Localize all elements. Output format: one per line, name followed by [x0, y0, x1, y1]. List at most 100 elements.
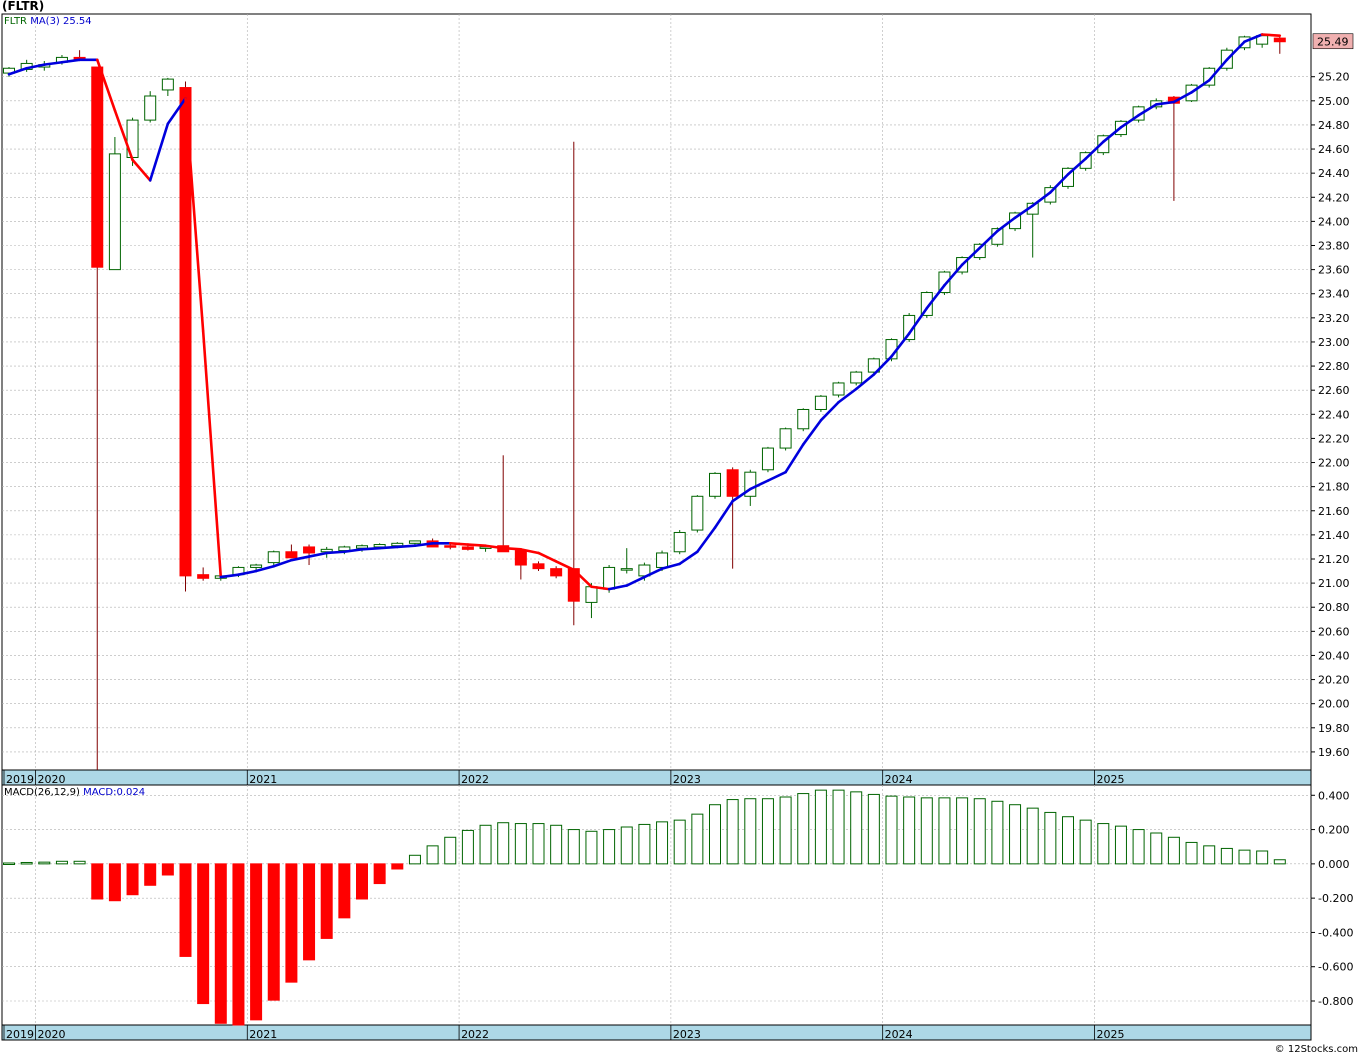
macd-bar — [356, 863, 368, 900]
macd-bar — [920, 797, 933, 865]
macd-bar — [585, 830, 598, 865]
candle-body — [356, 545, 368, 549]
macd-bar — [479, 824, 492, 865]
macd-legend-value: MACD:0.024 — [83, 787, 146, 798]
macd-bar — [673, 819, 686, 865]
chart-title: (FLTR) — [2, 0, 45, 13]
macd-bar — [426, 845, 439, 865]
candle-body — [620, 568, 633, 571]
macd-tick-label: -0.800 — [1318, 995, 1353, 1008]
ma-line-segment — [501, 546, 523, 551]
price-tick-label: 23.20 — [1318, 312, 1350, 325]
macd-bar — [603, 829, 616, 865]
macd-bar — [144, 863, 157, 886]
price-x-label: 2024 — [885, 773, 913, 786]
macd-bar — [991, 800, 1004, 865]
candle-body — [514, 550, 527, 566]
macd-bar — [1273, 859, 1286, 865]
macd-bar — [391, 863, 404, 870]
candle-body — [320, 548, 333, 553]
legend-ma-label: MA(3) — [30, 16, 60, 27]
price-tick-label: 23.40 — [1318, 288, 1350, 301]
price-tick-label: 22.40 — [1318, 408, 1350, 421]
macd-bar — [197, 863, 210, 1005]
macd-bar — [303, 863, 316, 961]
macd-bar — [797, 793, 810, 865]
price-tick-label: 24.40 — [1318, 167, 1350, 180]
macd-bar — [761, 798, 774, 865]
candle-body — [91, 66, 104, 268]
macd-bar — [1132, 829, 1145, 865]
last-price-label: 25.49 — [1317, 36, 1349, 49]
macd-bar — [1185, 841, 1198, 865]
price-tick-label: 24.80 — [1318, 119, 1350, 132]
macd-bar — [903, 796, 916, 865]
price-tick-label: 25.00 — [1318, 95, 1350, 108]
price-x-label: 2020 — [37, 773, 65, 786]
macd-bar — [779, 796, 792, 865]
ma-line-segment — [1260, 33, 1282, 38]
watermark: © 12Stocks.com — [1274, 1044, 1358, 1055]
candle-body — [814, 395, 827, 410]
price-tick-label: 20.60 — [1318, 625, 1350, 638]
macd-bar — [285, 863, 298, 983]
macd-x-label: 2022 — [461, 1028, 489, 1041]
price-tick-label: 20.00 — [1318, 698, 1350, 711]
macd-bar — [267, 863, 280, 1001]
macd-bar — [444, 836, 457, 865]
macd-bar — [126, 863, 139, 896]
price-tick-label: 24.20 — [1318, 191, 1350, 204]
chart-root: 19.60 19.80 20.00 20.20 20.40 20.60 20.80 21.00… — [0, 0, 1360, 1056]
candle-body — [850, 371, 863, 384]
price-tick-label: 23.60 — [1318, 264, 1350, 277]
macd-x-label: 2024 — [885, 1028, 913, 1041]
macd-bar — [938, 797, 951, 865]
candle-body — [285, 551, 298, 559]
macd-bar — [91, 863, 104, 900]
macd-bar — [20, 861, 33, 865]
macd-bar — [726, 799, 739, 865]
macd-bar — [1256, 850, 1269, 865]
candle-body — [832, 382, 845, 396]
price-tick-label: 24.60 — [1318, 143, 1350, 156]
price-tick-label: 21.80 — [1318, 481, 1350, 494]
price-tick-label: 22.00 — [1318, 457, 1350, 470]
macd-bar — [250, 863, 263, 1021]
macd-bar — [656, 821, 669, 865]
macd-x-label: 2019 — [6, 1028, 34, 1041]
macd-tick-label: 0.000 — [1318, 858, 1350, 871]
candle-body — [461, 546, 474, 550]
candle-body — [161, 78, 174, 91]
price-tick-label: 20.20 — [1318, 674, 1350, 687]
price-tick-label: 20.40 — [1318, 649, 1350, 662]
macd-bar — [55, 860, 68, 865]
candle-body — [197, 574, 210, 579]
macd-bar — [1167, 836, 1180, 865]
macd-bar — [885, 795, 898, 865]
macd-tick-label: 0.200 — [1318, 824, 1350, 837]
macd-bar — [550, 824, 563, 865]
price-x-label: 2023 — [673, 773, 701, 786]
macd-bar — [1079, 819, 1092, 865]
macd-bar — [744, 798, 757, 865]
candle-body — [144, 95, 157, 121]
macd-bar — [1150, 832, 1163, 865]
macd-bar — [567, 829, 580, 865]
macd-x-label: 2025 — [1096, 1028, 1124, 1041]
macd-tick-label: -0.400 — [1318, 926, 1353, 939]
candle-body — [550, 568, 563, 577]
price-tick-label: 22.80 — [1318, 360, 1350, 373]
candle-body — [585, 586, 598, 603]
price-tick-label: 22.20 — [1318, 432, 1350, 445]
macd-bar — [461, 829, 474, 865]
candle-body — [444, 545, 457, 548]
price-tick-label: 22.60 — [1318, 384, 1350, 397]
macd-bar — [691, 813, 704, 865]
macd-bar — [1062, 816, 1074, 865]
candle-body — [673, 531, 686, 553]
macd-bar — [1238, 849, 1251, 865]
macd-bar — [179, 863, 192, 957]
candle-body — [108, 153, 121, 271]
price-tick-label: 21.40 — [1318, 529, 1350, 542]
macd-bar — [373, 863, 386, 885]
